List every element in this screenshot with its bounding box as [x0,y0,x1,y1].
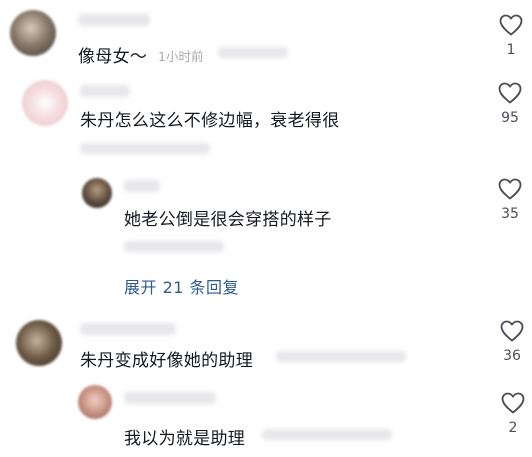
heart-icon[interactable] [500,320,524,342]
heart-icon[interactable] [501,392,525,414]
comment-meta-blurred [80,143,210,154]
like-count: 36 [503,348,521,364]
like-count: 35 [501,206,519,222]
avatar[interactable] [10,10,56,56]
reply-text: 她老公倒是很会穿搭的样子 [124,210,332,230]
heart-icon[interactable] [499,14,523,36]
comment-text: 像母女～ [78,47,148,67]
avatar[interactable] [78,385,112,419]
like-count: 2 [508,420,518,436]
heart-icon[interactable] [498,82,522,104]
comment-time: 1小时前 [158,49,204,64]
heart-icon[interactable] [498,178,522,200]
username-blurred[interactable] [124,392,216,404]
avatar[interactable] [82,178,112,208]
like-count: 95 [501,110,519,126]
comment-meta-blurred [276,351,406,362]
comment-meta-blurred [218,47,288,58]
username-blurred[interactable] [80,85,130,97]
like-button[interactable]: 2 [493,392,532,436]
comment-text: 朱丹变成好像她的助理 [80,351,253,371]
expand-replies-link[interactable]: 展开 21 条回复 [124,274,239,298]
like-button[interactable]: 1 [491,14,531,58]
like-button[interactable]: 36 [492,320,532,364]
like-count: 1 [506,42,516,58]
avatar[interactable] [16,320,62,366]
reply-meta-blurred [124,241,224,252]
reply-text: 我以为就是助理 [124,429,246,449]
reply-meta-blurred [262,429,392,440]
like-button[interactable]: 95 [490,82,530,126]
username-blurred[interactable] [78,14,150,26]
like-button[interactable]: 35 [490,178,530,222]
username-blurred[interactable] [124,180,160,192]
comment-text: 朱丹怎么这么不修边幅，衰老得很 [80,111,340,131]
username-blurred[interactable] [80,323,176,335]
avatar[interactable] [22,80,68,126]
